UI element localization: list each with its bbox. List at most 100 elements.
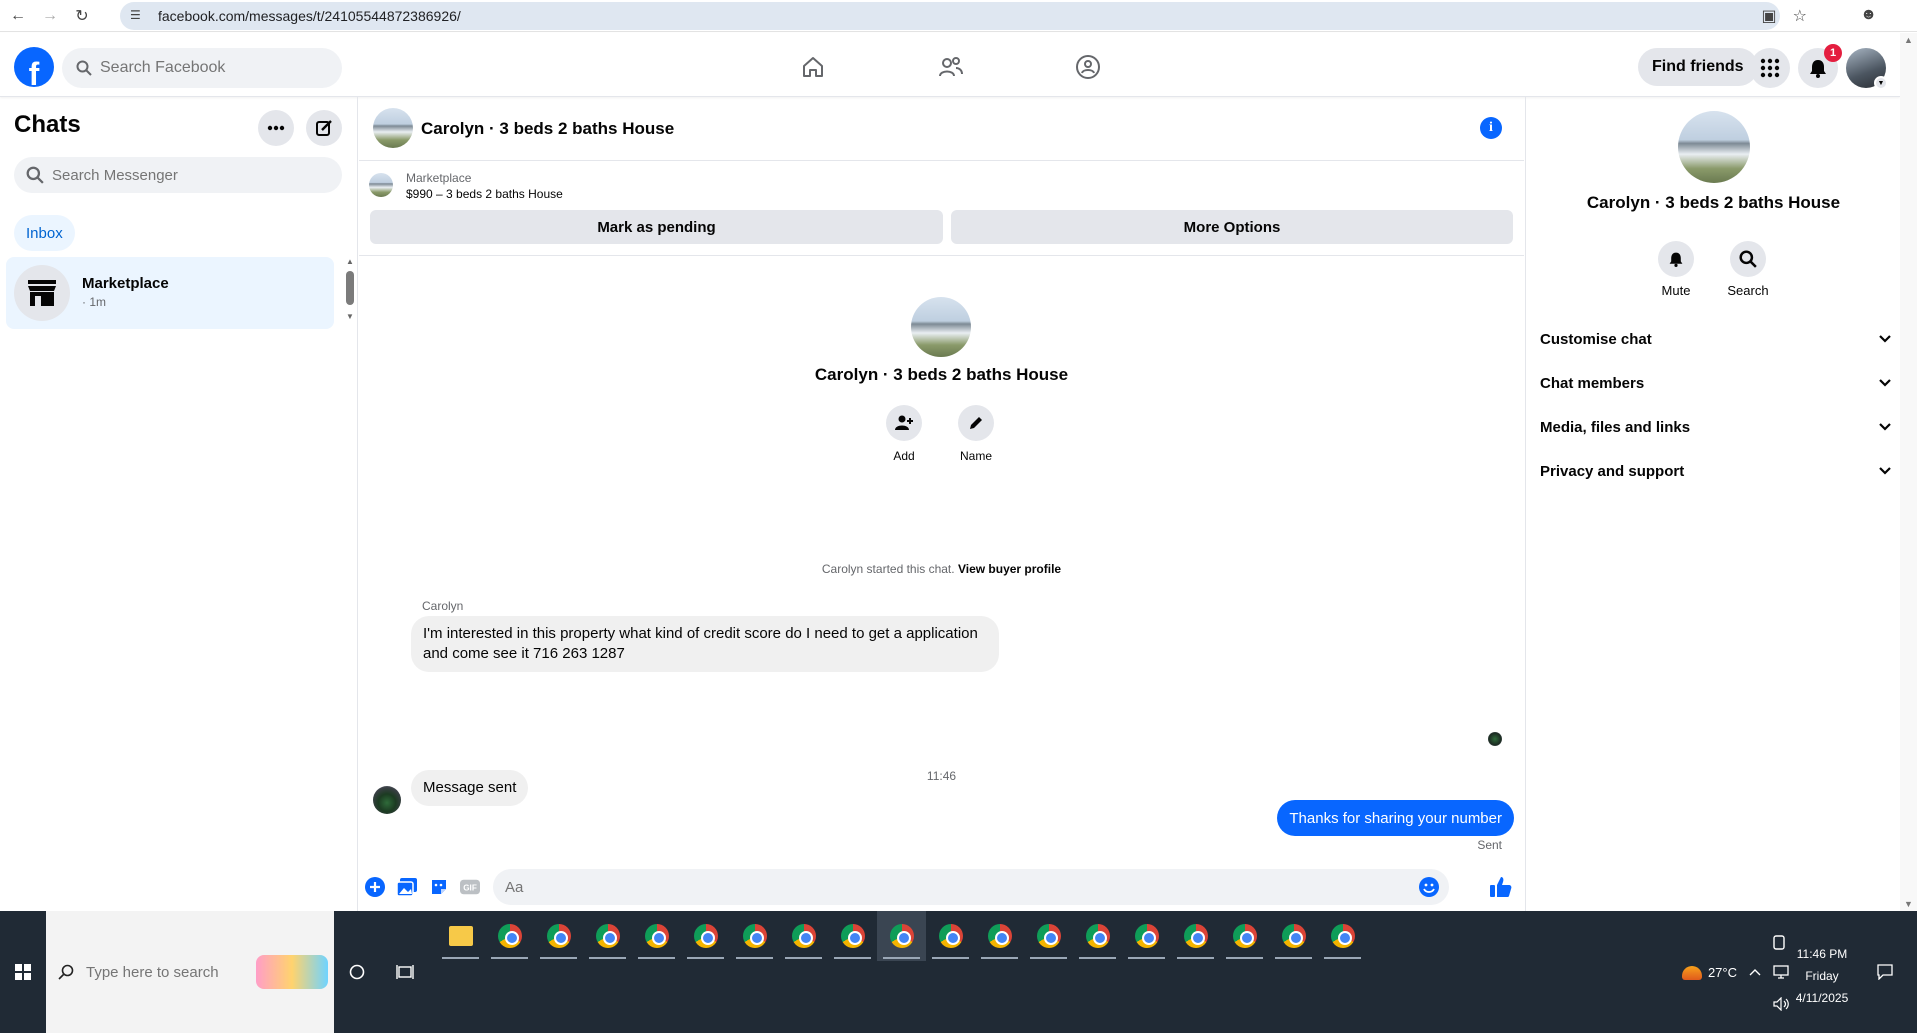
emoji-icon[interactable] xyxy=(1419,877,1439,902)
clock-time: 11:46 PM xyxy=(1796,947,1848,961)
home-icon[interactable] xyxy=(793,51,833,83)
chrome-app-icon[interactable] xyxy=(1171,911,1220,961)
notifications-button[interactable]: 1 xyxy=(1798,44,1842,88)
details-avatar[interactable] xyxy=(1678,111,1750,183)
back-icon[interactable]: ← xyxy=(4,2,32,30)
scroll-up-icon[interactable]: ▲ xyxy=(346,257,354,266)
find-friends-button[interactable]: Find friends xyxy=(1638,48,1758,86)
mark-as-pending-button[interactable]: Mark as pending xyxy=(370,210,943,244)
address-bar-actions: ▣ ☆ xyxy=(1762,6,1807,26)
thumbs-up-icon[interactable] xyxy=(1489,875,1513,899)
task-view-icon[interactable] xyxy=(390,955,420,989)
taskbar-search-input[interactable] xyxy=(86,963,246,981)
chrome-app-icon[interactable] xyxy=(534,911,583,961)
chrome-app-icon[interactable] xyxy=(485,911,534,961)
clock-date: 4/11/2025 xyxy=(1795,991,1849,1005)
notification-badge: 1 xyxy=(1824,44,1842,62)
info-icon[interactable]: i xyxy=(1480,117,1502,139)
bookmark-star-icon[interactable]: ☆ xyxy=(1793,6,1807,26)
more-options-icon[interactable] xyxy=(258,110,294,146)
gif-icon[interactable]: GIF xyxy=(460,877,480,897)
chrome-app-icon[interactable] xyxy=(926,911,975,961)
search-in-conversation-button[interactable]: Search xyxy=(1718,241,1778,298)
windows-start-icon[interactable] xyxy=(0,911,46,1033)
address-bar[interactable]: ☰ facebook.com/messages/t/24105544872386… xyxy=(120,2,1780,30)
messenger-search-input[interactable] xyxy=(52,166,312,184)
install-app-icon[interactable]: ▣ xyxy=(1762,6,1777,26)
privacy-support-section[interactable]: Privacy and support xyxy=(1540,453,1892,489)
search-label: Search xyxy=(1727,283,1769,298)
groups-icon[interactable] xyxy=(1068,51,1108,83)
sticker-icon[interactable] xyxy=(429,877,449,897)
tab-inbox[interactable]: Inbox xyxy=(14,215,75,251)
chrome-app-icon[interactable] xyxy=(1318,911,1367,961)
chrome-app-icon[interactable] xyxy=(828,911,877,961)
bell-icon xyxy=(1658,241,1694,277)
menu-grid-icon[interactable] xyxy=(1750,48,1790,88)
messenger-search[interactable] xyxy=(14,157,342,193)
plus-icon[interactable] xyxy=(365,877,385,897)
chrome-app-icon[interactable] xyxy=(730,911,779,961)
add-people-button[interactable]: Add xyxy=(874,405,934,463)
chat-list-scrollbar[interactable]: ▲ ▼ xyxy=(344,257,356,321)
chrome-app-icon[interactable] xyxy=(632,911,681,961)
media-files-links-section[interactable]: Media, files and links xyxy=(1540,409,1892,445)
search-icon xyxy=(58,964,74,980)
chrome-app-icon[interactable] xyxy=(583,911,632,961)
more-options-button[interactable]: More Options xyxy=(951,210,1513,244)
account-avatar[interactable]: ▼ xyxy=(1846,48,1888,90)
chat-list-item[interactable]: Marketplace · 1m xyxy=(6,257,334,329)
message-input[interactable] xyxy=(505,878,1385,896)
chevron-down-icon: ▼ xyxy=(1874,76,1888,90)
reload-icon[interactable]: ↻ xyxy=(68,2,96,30)
cortana-icon[interactable] xyxy=(342,955,372,989)
clock-day: Friday xyxy=(1805,969,1839,983)
new-message-icon[interactable] xyxy=(306,110,342,146)
outgoing-message[interactable]: Thanks for sharing your number xyxy=(1277,800,1514,836)
chrome-app-icon[interactable] xyxy=(681,911,730,961)
photo-icon[interactable] xyxy=(397,877,417,897)
chrome-app-icon[interactable] xyxy=(1122,911,1171,961)
chat-members-section[interactable]: Chat members xyxy=(1540,365,1892,401)
name-chat-button[interactable]: Name xyxy=(946,405,1006,463)
scroll-up-icon[interactable]: ▲ xyxy=(1904,35,1913,45)
view-buyer-profile-link[interactable]: View buyer profile xyxy=(958,562,1061,576)
page-scrollbar[interactable]: ▲ ▼ xyxy=(1900,33,1917,911)
chrome-app-icon[interactable] xyxy=(1269,911,1318,961)
file-explorer-icon[interactable] xyxy=(436,911,485,961)
customise-chat-section[interactable]: Customise chat xyxy=(1540,321,1892,357)
mute-button[interactable]: Mute xyxy=(1646,241,1706,298)
section-label: Media, files and links xyxy=(1540,418,1691,436)
conversation-avatar[interactable] xyxy=(373,108,413,148)
notification-center-icon[interactable] xyxy=(1870,955,1900,989)
chrome-app-icon[interactable] xyxy=(1220,911,1269,961)
facebook-logo-icon[interactable]: f xyxy=(14,47,54,87)
weather-sun-icon xyxy=(1681,965,1702,980)
site-info-icon[interactable]: ☰ xyxy=(130,8,146,24)
scrollbar-thumb[interactable] xyxy=(346,271,354,305)
chat-started-notice: Carolyn started this chat. View buyer pr… xyxy=(359,562,1524,576)
message-input-box[interactable] xyxy=(493,869,1449,905)
forward-icon[interactable]: → xyxy=(36,2,64,30)
sender-avatar[interactable] xyxy=(373,786,401,814)
chrome-app-icon[interactable] xyxy=(1073,911,1122,961)
facebook-search[interactable] xyxy=(62,48,342,88)
chats-title: Chats xyxy=(14,111,81,138)
message-composer: GIF xyxy=(359,863,1524,911)
chrome-app-icon-active[interactable] xyxy=(877,911,926,961)
system-clock[interactable]: 11:46 PM Friday 4/11/2025 xyxy=(1787,943,1857,1009)
chrome-app-icon[interactable] xyxy=(1024,911,1073,961)
listing-thumbnail[interactable] xyxy=(369,173,393,197)
chrome-app-icon[interactable] xyxy=(779,911,828,961)
browser-profile-icon[interactable]: ☻ xyxy=(1860,6,1877,24)
scroll-down-icon[interactable]: ▼ xyxy=(1904,899,1913,909)
listing-description[interactable]: $990 – 3 beds 2 baths House xyxy=(406,187,563,201)
conversation-title[interactable]: Carolyn · 3 beds 2 baths House xyxy=(421,119,674,139)
scroll-down-icon[interactable]: ▼ xyxy=(346,312,354,321)
taskbar-search[interactable] xyxy=(46,911,334,1033)
chrome-app-icon[interactable] xyxy=(975,911,1024,961)
incoming-message[interactable]: I'm interested in this property what kin… xyxy=(411,616,999,672)
facebook-search-input[interactable] xyxy=(100,59,300,77)
weather-widget[interactable]: 27°C xyxy=(1681,965,1737,980)
friends-icon[interactable] xyxy=(931,51,971,83)
